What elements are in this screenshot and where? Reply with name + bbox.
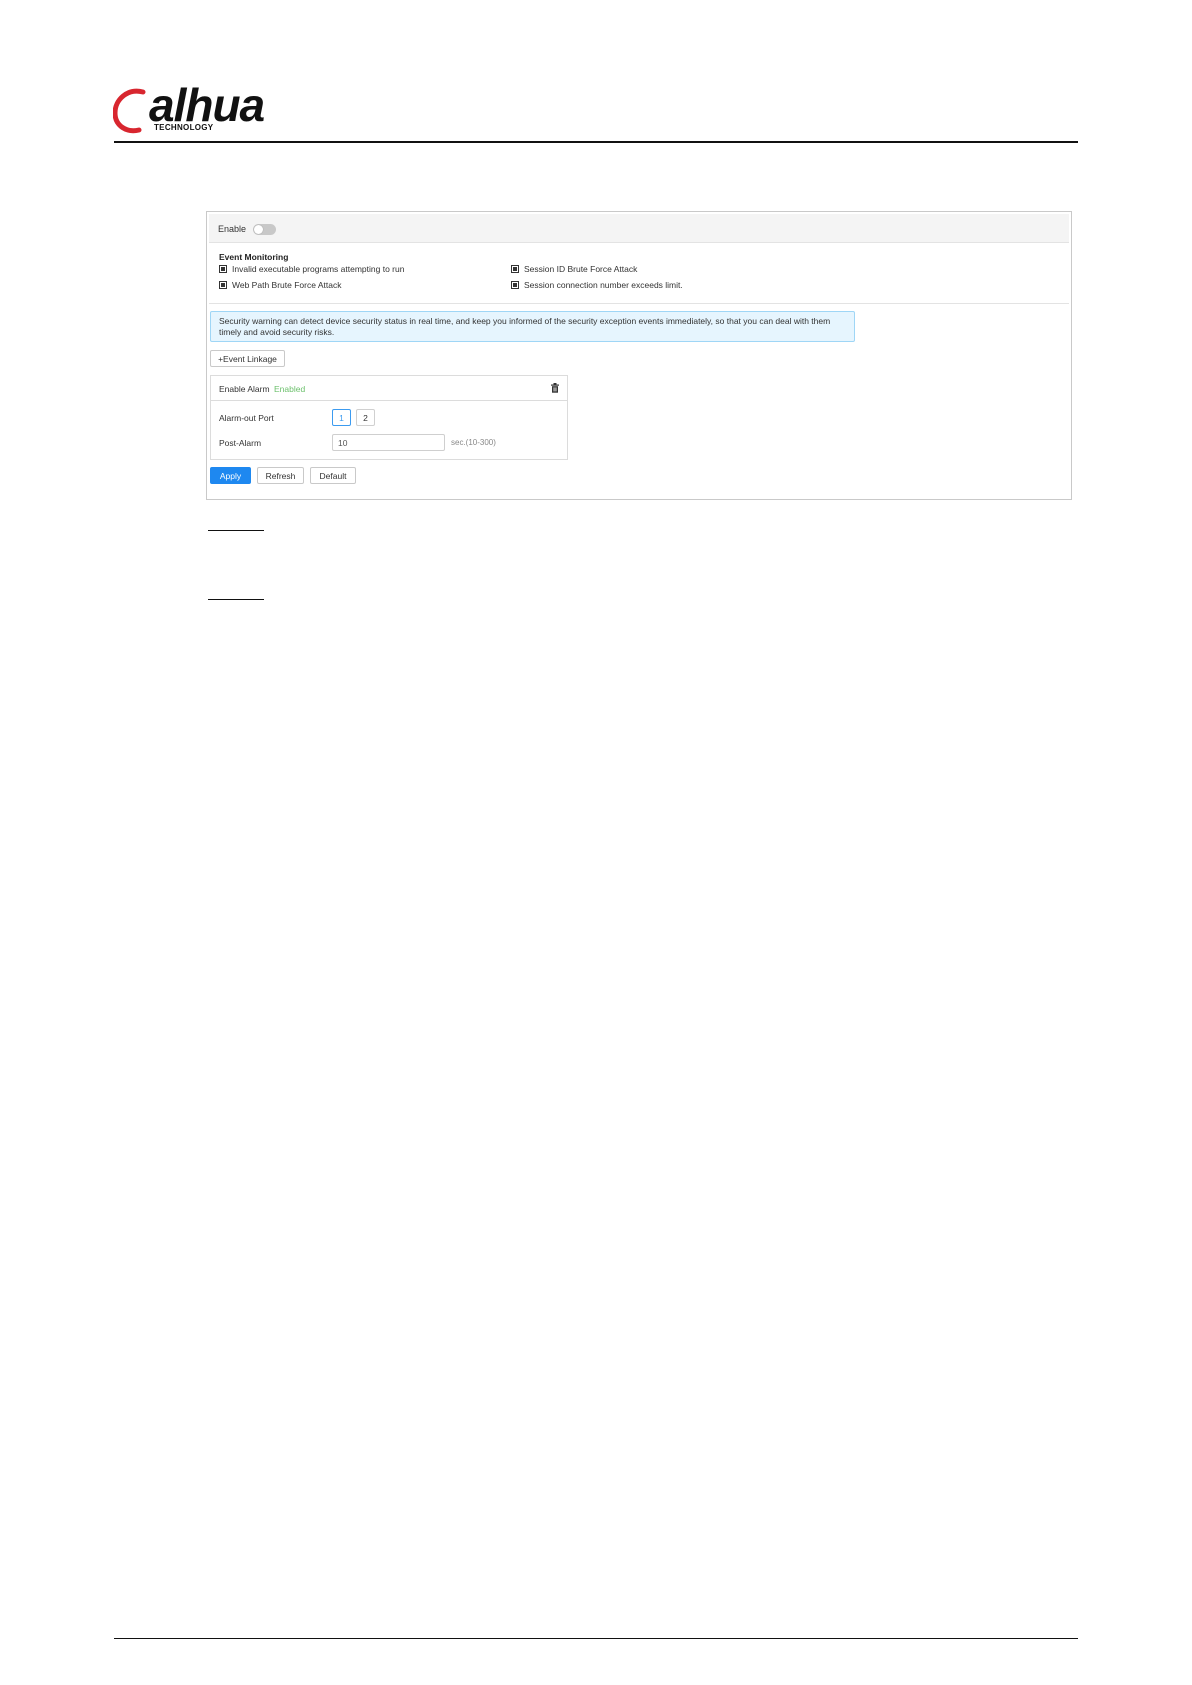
alarm-panel: Enable Alarm Enabled Alarm-out Port 1 2 … <box>210 375 568 460</box>
checkbox-icon <box>511 265 519 273</box>
post-alarm-unit: sec.(10-300) <box>451 438 496 447</box>
apply-button[interactable]: Apply <box>210 467 251 484</box>
alarm-header: Enable Alarm Enabled <box>211 376 567 401</box>
checkbox-icon <box>219 281 227 289</box>
checkbox-session-connection-limit[interactable]: Session connection number exceeds limit. <box>511 280 683 290</box>
event-monitoring-title: Event Monitoring <box>219 252 289 262</box>
alarm-port-1[interactable]: 1 <box>332 409 351 426</box>
checkbox-invalid-executable[interactable]: Invalid executable programs attempting t… <box>219 264 404 274</box>
post-alarm-input[interactable]: 10 <box>332 434 445 451</box>
footer-rule <box>114 1638 1078 1639</box>
trash-icon[interactable] <box>551 383 559 393</box>
alarm-out-port-label: Alarm-out Port <box>219 413 274 423</box>
checkbox-web-path-brute-force[interactable]: Web Path Brute Force Attack <box>219 280 341 290</box>
event-monitoring-section: Event Monitoring Invalid executable prog… <box>209 243 1069 304</box>
enable-bar: Enable <box>209 214 1069 243</box>
enable-label: Enable <box>218 224 247 234</box>
security-warning-screenshot: Enable Event Monitoring Invalid executab… <box>206 211 1072 500</box>
logo-subtext: TECHNOLOGY <box>154 123 214 132</box>
underline-blank-2 <box>208 599 264 600</box>
toggle-knob <box>254 225 263 234</box>
checkbox-label: Web Path Brute Force Attack <box>232 280 342 290</box>
checkbox-label: Session connection number exceeds limit. <box>524 280 683 290</box>
event-linkage-button[interactable]: +Event Linkage <box>210 350 285 367</box>
refresh-button[interactable]: Refresh <box>257 467 304 484</box>
alarm-title: Enable Alarm <box>219 384 270 394</box>
underline-blank-1 <box>208 530 264 531</box>
header-rule <box>114 141 1078 143</box>
post-alarm-label: Post-Alarm <box>219 438 262 448</box>
dahua-logo: alhua TECHNOLOGY <box>112 80 273 136</box>
default-button[interactable]: Default <box>310 467 356 484</box>
enable-toggle[interactable] <box>253 224 276 235</box>
alarm-status: Enabled <box>274 384 306 394</box>
alarm-port-2[interactable]: 2 <box>356 409 375 426</box>
checkbox-session-id-brute-force[interactable]: Session ID Brute Force Attack <box>511 264 637 274</box>
checkbox-icon <box>511 281 519 289</box>
checkbox-label: Session ID Brute Force Attack <box>524 264 638 274</box>
checkbox-label: Invalid executable programs attempting t… <box>232 264 405 274</box>
checkbox-icon <box>219 265 227 273</box>
security-tip: Security warning can detect device secur… <box>210 311 855 342</box>
